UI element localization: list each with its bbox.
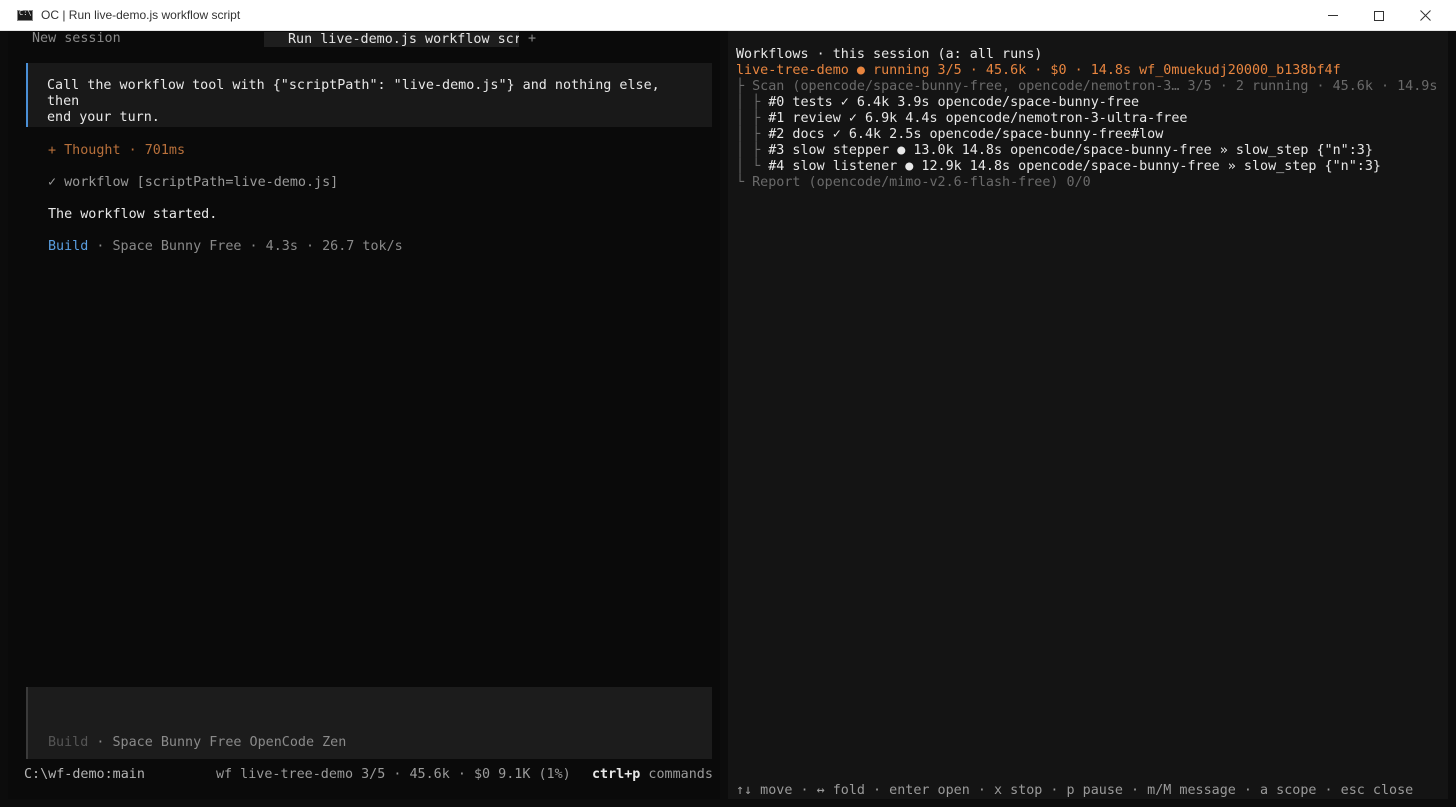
input-agent: Build — [48, 735, 89, 750]
prompt-line-1: Call the workflow tool with {"scriptPath… — [47, 78, 660, 109]
window-title: OC | Run live-demo.js workflow script — [41, 8, 241, 22]
minimize-icon — [1328, 15, 1338, 16]
step-row[interactable]: │ ├ #2 docs ✓ 6.4k 2.5s opencode/space-b… — [736, 127, 1163, 143]
build-meta-line: Build · Space Bunny Free · 4.3s · 26.7 t… — [48, 239, 403, 255]
message-input[interactable]: Build · Space Bunny Free OpenCode Zen — [26, 687, 712, 759]
tree-connector: │ └ — [736, 159, 761, 174]
window-bottom-edge — [0, 799, 1456, 807]
step-text: #4 slow listener ● 12.9k 14.8s opencode/… — [760, 159, 1381, 174]
tab-active-session[interactable]: Run live-demo.js workflow script — [264, 32, 519, 47]
step-text: #2 docs ✓ 6.4k 2.5s opencode/space-bunny… — [760, 127, 1164, 142]
keybinding-hints: ↑↓ move · ↔ fold · enter open · x stop ·… — [736, 783, 1414, 798]
status-path: C:\wf-demo:main — [24, 767, 145, 782]
workflow-run-row[interactable]: live-tree-demo ● running 3/5 · 45.6k · $… — [736, 63, 1341, 79]
step-row[interactable]: │ ├ #3 slow stepper ● 13.0k 14.8s openco… — [736, 143, 1373, 159]
app-icon-text: C:\ — [19, 8, 32, 17]
input-meta: Build · Space Bunny Free OpenCode Zen — [48, 735, 346, 751]
tab-new-session[interactable]: New session — [32, 31, 121, 47]
prompt-line-2: end your turn. — [47, 110, 160, 125]
step-row[interactable]: │ └ #4 slow listener ● 12.9k 14.8s openc… — [736, 159, 1381, 175]
close-icon — [1419, 10, 1431, 21]
step-row[interactable]: │ ├ #1 review ✓ 6.9k 4.4s opencode/nemot… — [736, 111, 1187, 127]
step-text: #1 review ✓ 6.9k 4.4s opencode/nemotron-… — [760, 111, 1188, 126]
scan-group-row[interactable]: ├ Scan (opencode/space-bunny-free, openc… — [736, 79, 1437, 95]
maximize-button[interactable] — [1356, 0, 1402, 31]
tree-connector: │ ├ — [736, 95, 761, 110]
new-tab-button[interactable]: + — [528, 31, 536, 47]
shortcut-key: ctrl+p — [592, 767, 641, 782]
step-row[interactable]: │ ├ #0 tests ✓ 6.4k 3.9s opencode/space-… — [736, 95, 1139, 111]
user-prompt-message: Call the workflow tool with {"scriptPath… — [26, 63, 712, 127]
maximize-icon — [1374, 10, 1384, 21]
minimize-button[interactable] — [1310, 0, 1356, 31]
window-titlebar: C:\ OC | Run live-demo.js workflow scrip… — [0, 0, 1456, 31]
build-stats: · Space Bunny Free · 4.3s · 26.7 tok/s — [88, 239, 403, 254]
agent-name: Build — [48, 239, 89, 254]
status-commands[interactable]: ctrl+p commands — [592, 767, 713, 783]
tree-connector: │ ├ — [736, 111, 761, 126]
shortcut-label: commands — [640, 767, 713, 782]
tree-connector: │ ├ — [736, 127, 761, 142]
input-model: · Space Bunny Free OpenCode Zen — [88, 735, 347, 750]
thought-toggle[interactable]: + Thought · 701ms — [48, 143, 185, 159]
close-button[interactable] — [1402, 0, 1448, 31]
step-text: #0 tests ✓ 6.4k 3.9s opencode/space-bunn… — [760, 95, 1140, 110]
assistant-response: The workflow started. — [48, 207, 218, 222]
workflows-header: Workflows · this session (a: all runs) — [736, 47, 1043, 62]
tree-connector: │ ├ — [736, 143, 761, 158]
chat-pane: New session Run live-demo.js workflow sc… — [8, 31, 720, 799]
terminal-app-icon: C:\ — [17, 8, 33, 21]
window-edge — [1448, 31, 1456, 807]
tool-call-entry[interactable]: ✓ workflow [scriptPath=live-demo.js] — [48, 175, 338, 191]
status-workflow: wf live-tree-demo 3/5 · 45.6k · $0 9.1K … — [216, 767, 571, 782]
workflows-panel: Workflows · this session (a: all runs) l… — [728, 31, 1448, 799]
report-row[interactable]: └ Report (opencode/mimo-v2.6-flash-free)… — [736, 175, 1091, 191]
step-text: #3 slow stepper ● 13.0k 14.8s opencode/s… — [760, 143, 1373, 158]
